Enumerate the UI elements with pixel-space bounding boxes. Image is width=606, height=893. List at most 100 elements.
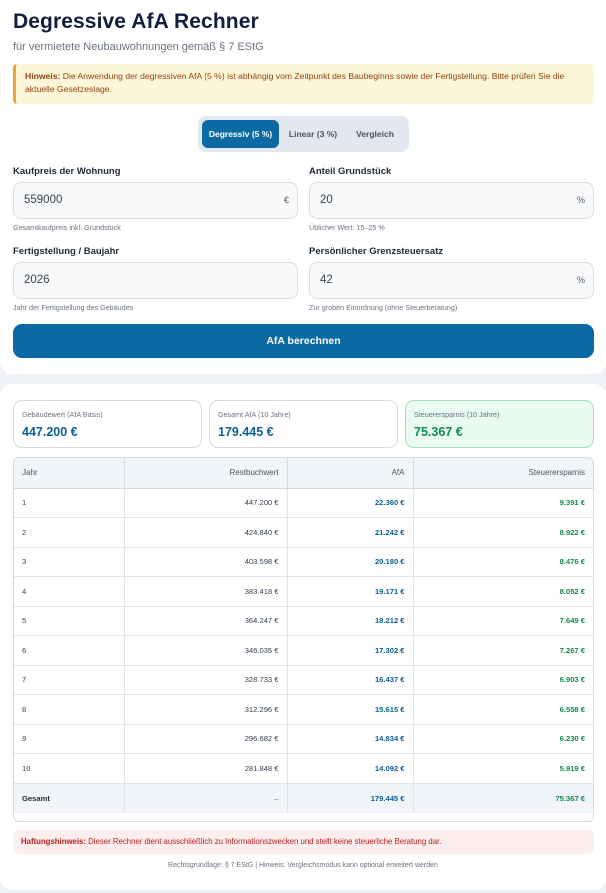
cell-afa: 15.615 € [287,694,414,725]
cell-rest: 346.035 € [124,635,288,666]
cell-year: 4 [14,576,125,607]
calculate-button[interactable]: AfA berechnen [13,324,594,358]
total-rest: – [124,783,288,813]
cell-rest: 312.296 € [124,694,288,725]
total-label: Gesamt [14,783,125,813]
cell-rest: 364.247 € [124,606,288,636]
table-row: 10 281.848 €14.092 €5.919 € [14,753,593,784]
mode-degressive-button[interactable]: Degressiv (5 %) [202,120,279,148]
table-row: 9 296.682 €14.834 €6.230 € [14,724,593,754]
cell-savings: 6.558 € [413,694,593,725]
cell-savings: 8.476 € [413,547,593,577]
summary-building-label: Gebäudewert (AfA Basis) [22,410,103,419]
cell-year: 7 [14,665,125,695]
col-savings: Steuerersparnis [413,458,593,489]
year-helper: Jahr der Fertigstellung des Gebäudes [13,303,134,312]
summary-savings-label: Steuerersparnis (10 Jahre) [414,410,500,419]
year-value: 2026 [24,274,50,286]
price-helper: Gesamtkaufpreis inkl. Grundstück [13,223,121,232]
cell-afa: 22.360 € [287,488,414,518]
land-unit: % [576,195,585,205]
cell-rest: 403.598 € [124,547,288,577]
table-row: 3 403.598 €20.180 €8.476 € [14,547,593,577]
summary-savings-value: 75.367 € [414,425,463,439]
table-row: 4 383.418 €19.171 €8.052 € [14,576,593,607]
land-label: Anteil Grundstück [309,166,392,177]
table-row: 1 447.200 €22.360 €9.391 € [14,488,593,518]
page-title: Degressive AfA Rechner [13,10,259,33]
cell-rest: 328.733 € [124,665,288,695]
year-label: Fertigstellung / Baujahr [13,246,120,257]
mode-linear-button[interactable]: Linear (3 %) [282,120,344,148]
mode-switch: Degressiv (5 %) Linear (3 %) Vergleich [198,116,409,152]
cell-year: 2 [14,517,125,548]
col-rest: Restbuchwert [124,458,288,489]
hint-prefix: Hinweis: [25,71,61,81]
disclaimer-banner: Haftungshinweis: Dieser Rechner dient au… [13,830,594,854]
disclaimer-text: Dieser Rechner dient ausschließlich zu I… [85,837,442,846]
land-input[interactable]: 20 % [309,182,594,219]
tax-helper: Zur groben Einordnung (ohne Steuerberatu… [309,303,458,312]
table-row: 2 424.840 €21.242 €8.922 € [14,517,593,548]
cell-savings: 7.267 € [413,635,593,666]
mode-compare-button[interactable]: Vergleich [346,120,404,148]
cell-rest: 383.418 € [124,576,288,607]
cell-savings: 8.922 € [413,517,593,548]
cell-afa: 14.834 € [287,724,414,754]
hint-text: Die Anwendung der degressiven AfA (5 %) … [25,71,565,94]
land-value: 20 [320,194,333,206]
table-row: 7 328.733 €16.437 €6.903 € [14,665,593,695]
summary-savings: Steuerersparnis (10 Jahre) 75.367 € [405,400,594,448]
summary-afa-value: 179.445 € [218,425,274,439]
cell-rest: 424.840 € [124,517,288,548]
price-value: 559000 [24,194,63,206]
cell-rest: 281.848 € [124,753,288,784]
cell-rest: 447.200 € [124,488,288,518]
total-afa: 179.445 € [287,783,414,813]
cell-afa: 20.180 € [287,547,414,577]
col-afa: AfA [287,458,414,489]
cell-afa: 18.212 € [287,606,414,636]
page-subtitle: für vermietete Neubauwohnungen gemäß § 7… [13,41,264,53]
cell-afa: 21.242 € [287,517,414,548]
year-input[interactable]: 2026 [13,262,298,299]
summary-building: Gebäudewert (AfA Basis) 447.200 € [13,400,202,448]
hint-banner: Hinweis: Die Anwendung der degressiven A… [13,64,594,104]
table-row: 8 312.296 €15.615 €6.558 € [14,694,593,725]
cell-year: 5 [14,606,125,636]
afa-table: Jahr Restbuchwert AfA Steuerersparnis 14… [13,457,594,822]
footer-note: Rechtsgrundlage: § 7 EStG | Hinweis: Ver… [168,862,438,869]
tax-value: 42 [320,274,333,286]
summary-building-value: 447.200 € [22,425,78,439]
cell-savings: 6.230 € [413,724,593,754]
cell-rest: 296.682 € [124,724,288,754]
disclaimer-prefix: Haftungshinweis: [21,837,86,846]
table-header-row: Jahr Restbuchwert AfA Steuerersparnis [14,458,593,489]
table-row: 6 346.035 €17.302 €7.267 € [14,635,593,666]
price-unit: € [283,195,289,205]
summary-afa-label: Gesamt AfA (10 Jahre) [218,410,291,419]
cell-afa: 19.171 € [287,576,414,607]
cell-savings: 8.052 € [413,576,593,607]
table-row: 5 364.247 €18.212 €7.649 € [14,606,593,636]
total-savings: 75.367 € [413,783,593,813]
cell-year: 6 [14,635,125,666]
price-label: Kaufpreis der Wohnung [13,166,121,177]
cell-savings: 7.649 € [413,606,593,636]
tax-input[interactable]: 42 % [309,262,594,299]
cell-year: 8 [14,694,125,725]
cell-savings: 9.391 € [413,488,593,518]
tax-unit: % [576,275,585,285]
price-input[interactable]: 559000 € [13,182,298,219]
table-total-row: Gesamt –179.445 €75.367 € [14,783,593,813]
summary-afa: Gesamt AfA (10 Jahre) 179.445 € [209,400,398,448]
land-helper: Üblicher Wert: 15–25 % [309,223,385,232]
cell-afa: 14.092 € [287,753,414,784]
tax-label: Persönlicher Grenzsteuersatz [309,246,444,257]
cell-year: 1 [14,488,125,518]
cell-year: 9 [14,724,125,754]
cell-savings: 6.903 € [413,665,593,695]
cell-afa: 16.437 € [287,665,414,695]
cell-year: 3 [14,547,125,577]
cell-savings: 5.919 € [413,753,593,784]
